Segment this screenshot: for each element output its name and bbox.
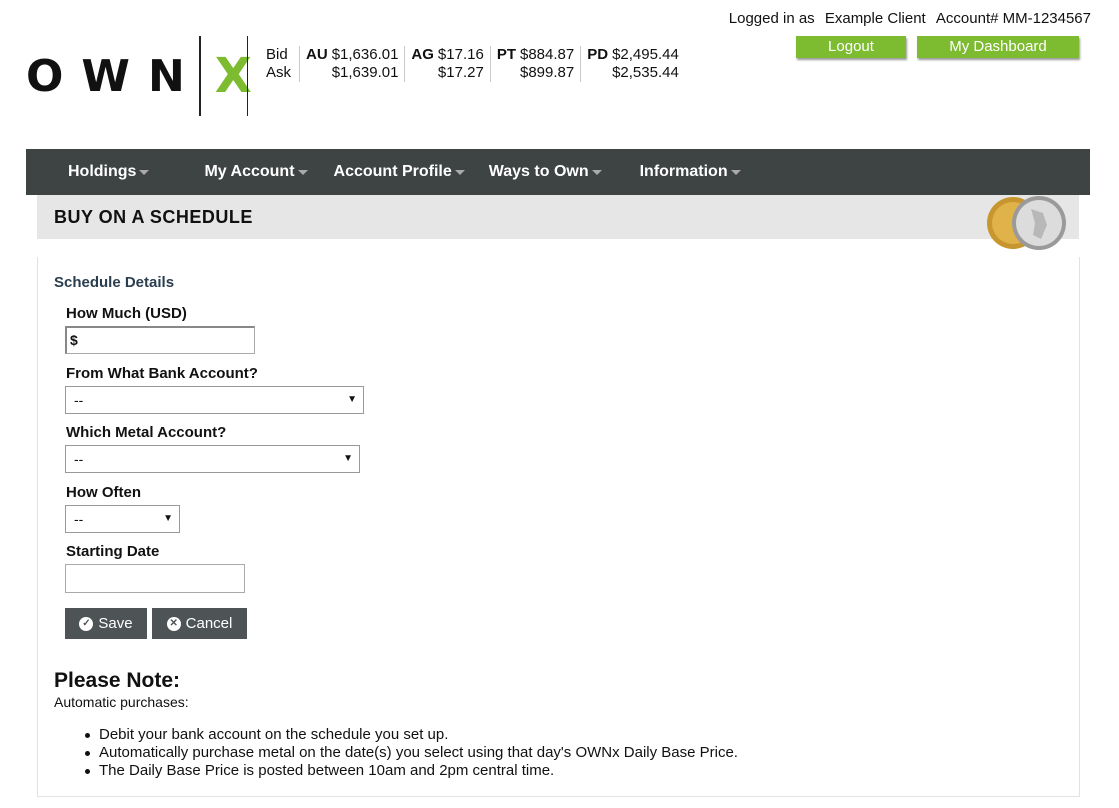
page-title: BUY ON A SCHEDULE xyxy=(54,207,253,227)
selected-value: -- xyxy=(74,451,84,467)
how-much-label: How Much (USD) xyxy=(66,305,187,322)
nav-label: My Account xyxy=(204,163,295,180)
cancel-button[interactable]: ✕ Cancel xyxy=(152,608,247,639)
nav-information[interactable]: Information xyxy=(640,149,741,195)
logged-in-label: Logged in as xyxy=(728,10,815,27)
client-name: Example Client xyxy=(824,10,926,27)
how-often-label: How Often xyxy=(66,484,141,501)
note-title: Please Note: xyxy=(54,669,181,692)
metal-symbol: PT xyxy=(496,46,516,63)
dropdown-arrow-icon: ▼ xyxy=(343,453,353,464)
price-row-labels: Bid Ask xyxy=(266,46,301,82)
nav-label: Account Profile xyxy=(333,163,452,180)
check-circle-icon: ✓ xyxy=(79,616,94,631)
logout-button[interactable]: Logout xyxy=(796,36,906,58)
list-item: Debit your bank account on the schedule … xyxy=(85,726,738,744)
ask-value: $1,639.01 xyxy=(331,64,399,81)
metal-account-select[interactable]: -- ▼ xyxy=(65,445,360,473)
logo-divider xyxy=(198,36,201,116)
selected-value: -- xyxy=(74,511,84,527)
nav-label: Ways to Own xyxy=(488,163,589,180)
bank-account-select[interactable]: -- ▼ xyxy=(65,386,364,414)
ask-label: Ask xyxy=(266,64,292,81)
bid-value: $1,636.01 xyxy=(331,46,399,63)
caret-down-icon xyxy=(591,169,602,175)
ask-value: $899.87 xyxy=(519,64,575,81)
metal-symbol: PD xyxy=(587,46,609,63)
nav-ways-to-own[interactable]: Ways to Own xyxy=(489,149,602,195)
save-button[interactable]: ✓ Save xyxy=(65,608,147,639)
price-au: AU $1,636.01 $1,639.01 xyxy=(306,46,406,82)
metal-account-label: Which Metal Account? xyxy=(66,424,227,441)
my-dashboard-button[interactable]: My Dashboard xyxy=(917,36,1079,58)
bank-account-label: From What Bank Account? xyxy=(66,365,258,382)
cancel-label: Cancel xyxy=(185,615,233,632)
page-title-bar: BUY ON A SCHEDULE xyxy=(37,195,1079,250)
nav-my-account[interactable]: My Account xyxy=(204,149,308,195)
bid-label: Bid xyxy=(266,46,288,63)
dropdown-arrow-icon: ▼ xyxy=(347,394,357,405)
caret-down-icon xyxy=(454,169,465,175)
section-title: Schedule Details xyxy=(54,274,175,291)
list-item: The Daily Base Price is posted between 1… xyxy=(85,762,738,780)
nav-label: Holdings xyxy=(68,163,137,180)
amount-input[interactable]: $ xyxy=(65,326,255,354)
frequency-select[interactable]: -- ▼ xyxy=(65,505,180,533)
price-ag: AG $17.16 $17.27 xyxy=(411,46,491,82)
nav-account-profile[interactable]: Account Profile xyxy=(334,149,465,195)
caret-down-icon xyxy=(730,169,741,175)
header-divider xyxy=(247,36,248,116)
nav-label: Information xyxy=(639,163,728,180)
bid-value: $2,495.44 xyxy=(612,46,679,63)
ownx-logo[interactable]: OWN X xyxy=(26,36,252,116)
save-label: Save xyxy=(98,615,133,632)
bid-value: $884.87 xyxy=(519,46,575,63)
starting-date-label: Starting Date xyxy=(66,543,160,560)
caret-down-icon xyxy=(139,169,150,175)
list-item: Automatically purchase metal on the date… xyxy=(85,744,738,761)
account-info: Logged in as Example Client Account# MM-… xyxy=(723,10,1091,27)
ask-value: $17.27 xyxy=(437,64,484,81)
selected-value: -- xyxy=(74,392,84,408)
starting-date-input[interactable] xyxy=(65,564,245,593)
note-subtitle: Automatic purchases: xyxy=(54,694,189,710)
price-pt: PT $884.87 $899.87 xyxy=(496,46,582,82)
caret-down-icon xyxy=(297,169,308,175)
price-pd: PD $2,495.44 $2,535.44 xyxy=(587,46,685,82)
logo-own-text: OWN xyxy=(26,50,203,102)
main-nav: Holdings My Account Account Profile Ways… xyxy=(26,149,1090,195)
nav-holdings[interactable]: Holdings xyxy=(68,149,150,195)
metal-symbol: AG xyxy=(411,46,434,63)
ask-value: $2,535.44 xyxy=(612,64,679,81)
metal-symbol: AU xyxy=(306,46,328,63)
bid-value: $17.16 xyxy=(437,46,484,63)
coins-icon xyxy=(987,196,1066,250)
note-list: Debit your bank account on the schedule … xyxy=(85,726,738,780)
dropdown-arrow-icon: ▼ xyxy=(163,513,173,524)
account-number: Account# MM-1234567 xyxy=(935,10,1091,27)
x-circle-icon: ✕ xyxy=(166,616,181,631)
price-ticker: Bid Ask AU $1,636.01 $1,639.01 AG $17.16… xyxy=(266,46,691,82)
